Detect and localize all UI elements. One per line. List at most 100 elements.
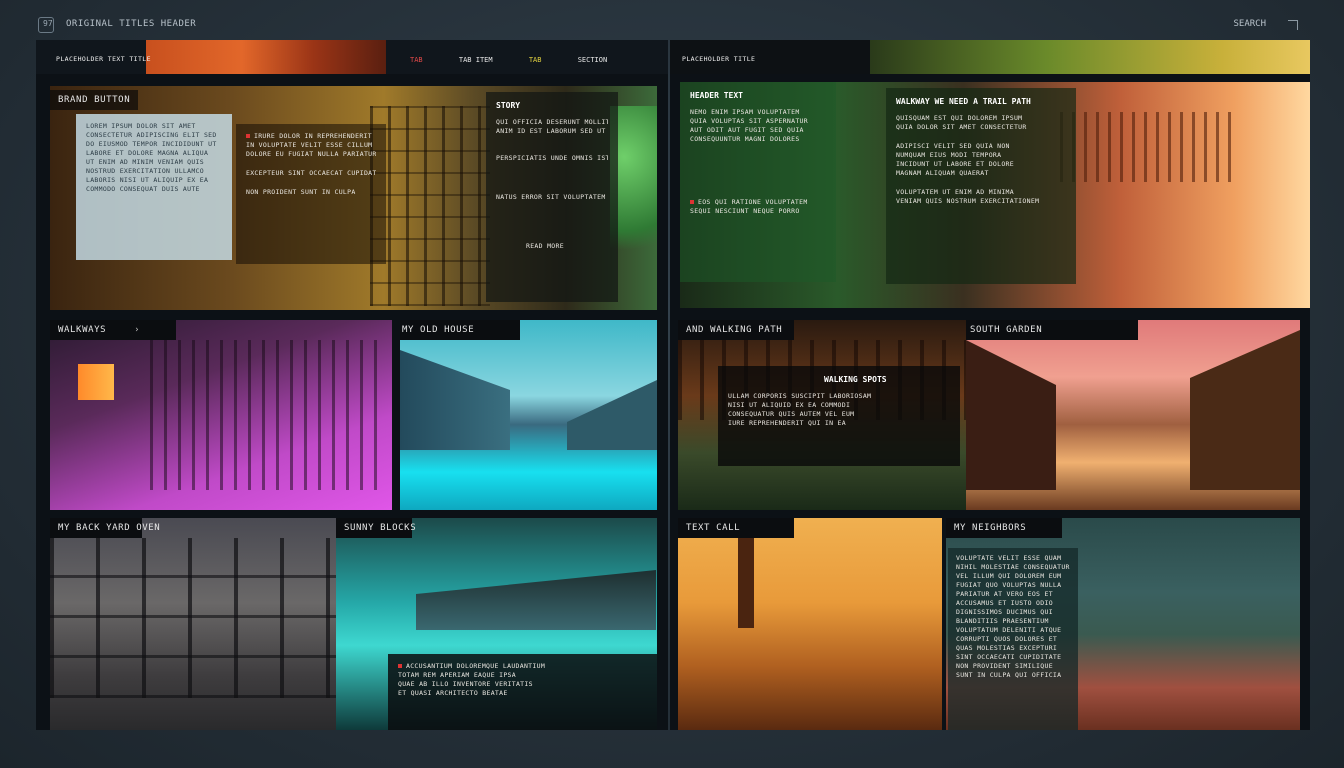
center-line: QUISQUAM EST QUI DOLOREM IPSUM xyxy=(896,114,1023,122)
brand-title[interactable]: PLACEHOLDER TITLE xyxy=(682,55,755,63)
nav-tab-2[interactable]: TAB ITEM xyxy=(459,56,493,64)
tree-trunk xyxy=(738,538,754,628)
card-label: SUNNY BLOCKS xyxy=(336,518,416,538)
mid-line: DOLORE EU FUGIAT NULLA PARIATUR xyxy=(246,150,376,158)
right-card-3[interactable]: TEXT CALL xyxy=(678,518,942,730)
card-label: SOUTH GARDEN xyxy=(966,320,1138,340)
list-line: NIHIL MOLESTIAE CONSEQUATUR xyxy=(956,563,1070,571)
list-line: DIGNISSIMOS DUCIMUS QUI xyxy=(956,608,1053,616)
search-link[interactable]: SEARCH xyxy=(1233,19,1266,29)
hero-section-label: BRAND BUTTON xyxy=(50,90,139,110)
story-line: PERSPICIATIS UNDE OMNIS ISTE xyxy=(496,154,608,162)
hero-center-box: WALKWAY WE NEED A TRAIL PATH QUISQUAM ES… xyxy=(886,88,1076,284)
window-grid xyxy=(50,538,376,698)
left-nav-links: TAB TAB ITEM TAB SECTION xyxy=(410,56,639,64)
left-hero-panel: BRAND BUTTON LOREM IPSUM DOLOR SIT AMET … xyxy=(50,86,657,310)
spots-line: NISI UT ALIQUID EX EA COMMODI xyxy=(728,401,851,409)
story-line: QUI OFFICIA DESERUNT MOLLIT xyxy=(496,118,608,126)
spots-line: IURE REPREHENDERIT QUI IN EA xyxy=(728,419,846,427)
right-nav-bar xyxy=(670,40,1310,74)
hero-line: CONSEQUUNTUR MAGNI DOLORES xyxy=(690,135,800,143)
center-line: ADIPISCI VELIT SED QUIA NON xyxy=(896,142,1010,150)
hero-text-line: LABORE ET DOLORE MAGNA ALIQUA xyxy=(86,149,209,157)
card-label: AND WALKING PATH xyxy=(678,320,794,340)
list-line: BLANDITIIS PRAESENTIUM xyxy=(956,617,1049,625)
story-line: NATUS ERROR SIT VOLUPTATEM xyxy=(496,193,606,201)
hero-text-line: LABORIS NISI UT ALIQUIP EX EA xyxy=(86,176,209,184)
right-card-1[interactable]: AND WALKING PATH WALKING SPOTS ULLAM COR… xyxy=(678,320,966,510)
list-line: SINT OCCAECATI CUPIDITATE xyxy=(956,653,1062,661)
palm-banner-image xyxy=(870,40,1310,74)
list-line: NON PROVIDENT SIMILIQUE xyxy=(956,662,1053,670)
chevron-right-icon[interactable]: › xyxy=(134,325,140,335)
neighbors-list-box: VOLUPTATE VELIT ESSE QUAM NIHIL MOLESTIA… xyxy=(948,548,1078,730)
caption-line: ET QUASI ARCHITECTO BEATAE xyxy=(398,689,508,697)
mid-line: IN VOLUPTATE VELIT ESSE CILLUM xyxy=(246,141,373,149)
nav-tab-4[interactable]: SECTION xyxy=(578,56,608,64)
spots-line: ULLAM CORPORIS SUSCIPIT LABORIOSAM xyxy=(728,392,872,400)
walking-spots-box: WALKING SPOTS ULLAM CORPORIS SUSCIPIT LA… xyxy=(718,366,960,466)
walking-spots-heading: WALKING SPOTS xyxy=(824,375,887,384)
mid-line: EXCEPTEUR SINT OCCAECAT CUPIDATAT xyxy=(246,169,376,177)
list-line: SUNT IN CULPA QUI OFFICIA xyxy=(956,671,1062,679)
market-structure-overlay xyxy=(370,106,490,306)
left-card-3[interactable]: MY BACK YARD OVEN xyxy=(50,518,376,730)
list-line: QUAS MOLESTIAS EXCEPTURI xyxy=(956,644,1058,652)
center-line: VENIAM QUIS NOSTRUM EXERCITATIONEM xyxy=(896,197,1040,205)
mid-line: IRURE DOLOR IN REPREHENDERIT xyxy=(246,132,376,141)
version-badge: 97 xyxy=(43,19,53,28)
list-line: FUGIAT QUO VOLUPTAS NULLA xyxy=(956,581,1062,589)
nav-banner-image xyxy=(146,40,386,74)
hero-text-line: CONSECTETUR ADIPISCING ELIT SED xyxy=(86,131,217,139)
right-board: PLACEHOLDER TITLE HEADER TEXT NEMO ENIM … xyxy=(670,40,1310,730)
palace-overlay xyxy=(1060,112,1240,182)
right-hero-panel: HEADER TEXT NEMO ENIM IPSAM VOLUPTATEM Q… xyxy=(680,82,1310,308)
caption-line: TOTAM REM APERIAM EAQUE IPSA xyxy=(398,671,516,679)
walkway-heading: WALKWAY WE NEED A TRAIL PATH xyxy=(896,97,1031,106)
bullet-icon xyxy=(246,134,250,138)
card-label: WALKWAYS › xyxy=(50,320,176,340)
card-label: MY BACK YARD OVEN xyxy=(50,518,160,538)
hero-text-line: COMMODO CONSEQUAT DUIS AUTE xyxy=(86,185,200,193)
nav-tab-1[interactable]: TAB xyxy=(410,56,423,64)
hero-mid-text: IRURE DOLOR IN REPREHENDERIT IN VOLUPTAT… xyxy=(236,124,386,264)
nav-tab-3[interactable]: TAB xyxy=(529,56,542,64)
hero-green-box: HEADER TEXT NEMO ENIM IPSAM VOLUPTATEM Q… xyxy=(680,82,836,282)
train-caption: ACCUSANTIUM DOLOREMQUE LAUDANTIUM TOTAM … xyxy=(388,654,657,730)
list-line: PARIATUR AT VERO EOS ET xyxy=(956,590,1053,598)
chevron-right-icon[interactable] xyxy=(1288,20,1298,30)
bullet-icon xyxy=(398,664,402,668)
caption-line: ACCUSANTIUM DOLOREMQUE LAUDANTIUM xyxy=(398,662,647,671)
hero-line: SEQUI NESCIUNT NEQUE PORRO xyxy=(690,207,800,215)
story-line: ANIM ID EST LABORUM SED UT xyxy=(496,127,606,135)
app-title: ORIGINAL TITLES HEADER xyxy=(66,19,197,29)
read-more-link[interactable]: READ MORE xyxy=(496,242,608,251)
left-card-4[interactable]: SUNNY BLOCKS ACCUSANTIUM DOLOREMQUE LAUD… xyxy=(336,518,657,730)
left-board: PLACEHOLDER TEXT TITLE TAB TAB ITEM TAB … xyxy=(36,40,668,730)
list-line: VOLUPTATUM DELENITI ATQUE xyxy=(956,626,1062,634)
window-titlebar: 97 ORIGINAL TITLES HEADER SEARCH xyxy=(0,0,1344,40)
left-card-2[interactable]: MY OLD HOUSE xyxy=(400,320,657,510)
caption-line: QUAE AB ILLO INVENTORE VERITATIS xyxy=(398,680,533,688)
hero-text-box: LOREM IPSUM DOLOR SIT AMET CONSECTETUR A… xyxy=(76,114,232,260)
brand-title[interactable]: PLACEHOLDER TEXT TITLE xyxy=(56,55,151,63)
center-line: NUMQUAM EIUS MODI TEMPORA xyxy=(896,151,1002,159)
story-box: STORY QUI OFFICIA DESERUNT MOLLIT ANIM I… xyxy=(486,92,618,302)
center-line: INCIDUNT UT LABORE ET DOLORE xyxy=(896,160,1014,168)
mid-line: NON PROIDENT SUNT IN CULPA xyxy=(246,188,356,196)
center-line: VOLUPTATEM UT ENIM AD MINIMA xyxy=(896,188,1014,196)
hero-line: EOS QUI RATIONE VOLUPTATEM xyxy=(690,198,826,207)
list-line: ACCUSAMUS ET IUSTO ODIO xyxy=(956,599,1053,607)
story-heading: STORY xyxy=(496,101,521,110)
left-card-1[interactable]: WALKWAYS › xyxy=(50,320,392,510)
card-label: MY OLD HOUSE xyxy=(400,320,520,340)
hero-text-line: DO EIUSMOD TEMPOR INCIDIDUNT UT xyxy=(86,140,217,148)
hero-text-line: LOREM IPSUM DOLOR SIT AMET xyxy=(86,122,196,130)
hero-line: QUIA VOLUPTAS SIT ASPERNATUR xyxy=(690,117,808,125)
card-label: MY NEIGHBORS xyxy=(946,518,1062,538)
right-card-2[interactable]: SOUTH GARDEN xyxy=(966,320,1300,510)
card-label: TEXT CALL xyxy=(678,518,794,538)
hero-line: AUT ODIT AUT FUGIT SED QUIA xyxy=(690,126,804,134)
right-card-4[interactable]: MY NEIGHBORS VOLUPTATE VELIT ESSE QUAM N… xyxy=(946,518,1300,730)
spots-line: CONSEQUATUR QUIS AUTEM VEL EUM xyxy=(728,410,855,418)
